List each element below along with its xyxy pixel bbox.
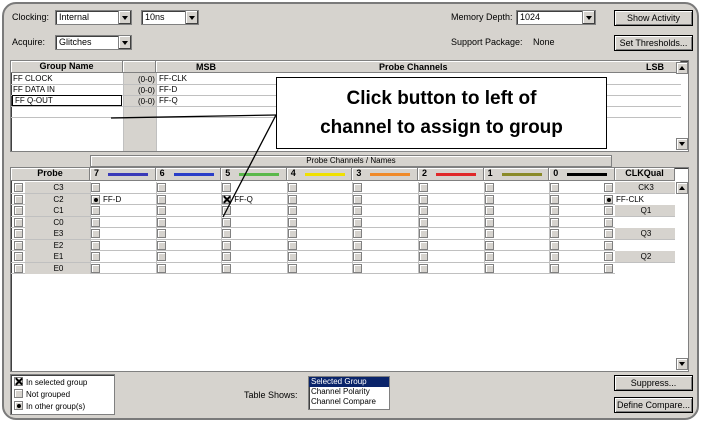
callout-pointer-to-group: [110, 114, 277, 119]
callout-pointer-lines: [110, 114, 277, 218]
callout-box: Click button to left of channel to assig…: [276, 77, 607, 149]
callout-pointer-to-button: [222, 114, 277, 218]
probe-group-window: Clocking: Internal 10ns Acquire: Glitche…: [2, 2, 699, 420]
callout-line-2: channel to assign to group: [320, 117, 563, 138]
callout-line-1: Click button to left of: [346, 88, 537, 109]
